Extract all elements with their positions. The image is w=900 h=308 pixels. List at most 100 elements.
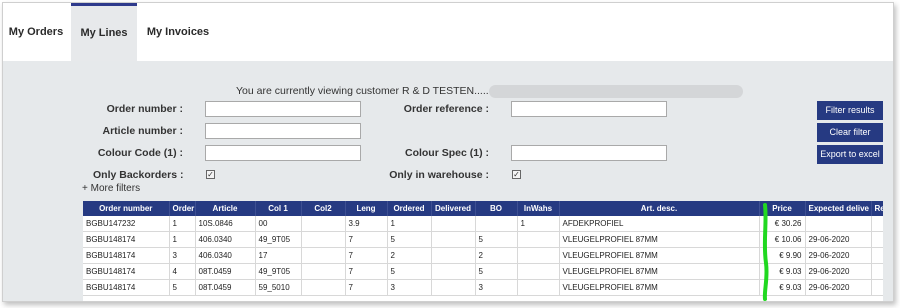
cell-inwahs [517,263,560,280]
column-header-col1[interactable]: Col 1 [255,201,302,216]
more-filters-link[interactable]: + More filters [82,183,140,194]
filter-results-button[interactable]: Filter results [817,101,883,120]
cell-col2 [301,247,346,264]
cell-col2 [301,231,346,248]
cell-article: 406.0340 [195,247,256,264]
cell-bo [475,216,518,232]
clear-filter-button[interactable]: Clear filter [817,123,883,142]
tab-my-orders[interactable]: My Orders [3,3,69,61]
cell-order: 1 [169,231,196,248]
cell-order-number: BGBU148174 [83,247,170,264]
order-reference-label: Order reference : [403,103,489,115]
cell-order: 3 [169,247,196,264]
cell-inwahs: 1 [517,216,560,232]
cell-art-desc: AFDEKPROFIEL [559,216,760,232]
customer-notice: You are currently viewing customer R & D… [236,85,501,97]
cell-art-desc: VLEUGELPROFIEL 87MM [559,231,760,248]
cell-leng: 3.9 [345,216,388,232]
order-number-label: Order number : [106,103,183,115]
cell-ordered: 3 [387,279,432,296]
cell-col1: 49_9T05 [255,263,302,280]
cell-ordered: 1 [387,216,432,232]
tab-my-invoices[interactable]: My Invoices [139,3,217,61]
column-header-order[interactable]: Order [169,201,196,216]
order-reference-input[interactable] [511,101,667,117]
cell-col1: 00 [255,216,302,232]
order-number-input[interactable] [205,101,361,117]
cell-re [871,279,883,296]
cell-inwahs [517,247,560,264]
tab-bar: My Orders My Lines My Invoices [3,3,893,61]
only-in-warehouse-label: Only in warehouse : [389,169,489,181]
cell-article: 08T.0459 [195,263,256,280]
cell-bo: 5 [475,231,518,248]
app-window: My Orders My Lines My Invoices You are c… [2,2,894,302]
cell-col1: 49_9T05 [255,231,302,248]
tab-my-lines[interactable]: My Lines [71,3,137,61]
cell-delivered [431,279,476,296]
export-to-excel-button[interactable]: Export to excel [817,145,883,164]
cell-re [871,216,883,232]
cell-expected-delivery: 29-06-2020 [805,279,872,296]
cell-bo: 2 [475,247,518,264]
cell-art-desc: VLEUGELPROFIEL 87MM [559,263,760,280]
cell-delivered [431,263,476,280]
column-header-ordered[interactable]: Ordered [387,201,432,216]
cell-col2 [301,279,346,296]
cell-delivered [431,216,476,232]
column-header-col2[interactable]: Col2 [301,201,346,216]
cell-bo: 5 [475,263,518,280]
cell-inwahs [517,231,560,248]
cell-order-number: BGBU148174 [83,231,170,248]
column-header-leng[interactable]: Leng [345,201,388,216]
cell-leng: 7 [345,263,388,280]
cell-leng: 7 [345,247,388,264]
cell-expected-delivery: 29-06-2020 [805,231,872,248]
cell-order-number: BGBU147232 [83,216,170,232]
cell-expected-delivery: 29-06-2020 [805,263,872,280]
cell-leng: 7 [345,279,388,296]
cell-col2 [301,263,346,280]
cell-order: 1 [169,216,196,232]
only-in-warehouse-checkbox[interactable]: ✓ [512,170,521,179]
cell-article: 08T.0459 [195,279,256,296]
cell-ordered: 5 [387,263,432,280]
cell-ordered: 5 [387,231,432,248]
cell-re [871,231,883,248]
cell-col2 [301,216,346,232]
cell-re [871,247,883,264]
cell-expected-delivery [805,216,872,232]
cell-order: 5 [169,279,196,296]
colour-spec-label: Colour Spec (1) : [404,147,489,159]
colour-spec-input[interactable] [511,145,667,161]
column-header-article[interactable]: Article [195,201,256,216]
cell-leng: 7 [345,231,388,248]
column-header-art-desc[interactable]: Art. desc. [559,201,760,216]
cell-inwahs [517,279,560,296]
colour-code-input[interactable] [205,145,361,161]
green-highlight-mark [762,203,769,301]
cell-art-desc: VLEUGELPROFIEL 87MM [559,247,760,264]
cell-ordered: 2 [387,247,432,264]
column-header-inwahs[interactable]: InWahs [517,201,560,216]
cell-re [871,263,883,280]
colour-code-label: Colour Code (1) : [97,147,183,159]
column-header-delivered[interactable]: Delivered [431,201,476,216]
cell-article: 10S.0846 [195,216,256,232]
cell-order-number: BGBU148174 [83,263,170,280]
redacted-customer-name [489,85,743,98]
cell-col1: 59_5010 [255,279,302,296]
column-header-expected-delivery[interactable]: Expected delive [805,201,872,216]
column-header-re[interactable]: Re [871,201,883,216]
cell-col1: 17 [255,247,302,264]
cell-order-number: BGBU148174 [83,279,170,296]
cell-art-desc: VLEUGELPROFIEL 87MM [559,279,760,296]
only-backorders-checkbox[interactable]: ✓ [206,170,215,179]
cell-expected-delivery: 29-06-2020 [805,247,872,264]
article-number-input[interactable] [205,123,361,139]
only-backorders-label: Only Backorders : [93,169,184,181]
article-number-label: Article number : [102,125,183,137]
cell-delivered [431,247,476,264]
column-header-order-number[interactable]: Order number [83,201,170,216]
column-header-bo[interactable]: BO [475,201,518,216]
